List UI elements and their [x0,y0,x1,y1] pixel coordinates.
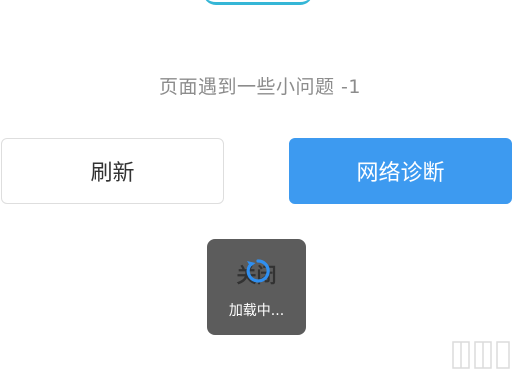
watermark-logo-icon [452,341,510,369]
loading-spinner-icon [246,259,270,283]
error-message: 页面遇到一些小问题 -1 [159,76,361,98]
loading-toast: 关闭 加载中... [207,239,306,335]
top-accent-arc [203,0,313,5]
network-diagnose-button[interactable]: 网络诊断 [289,138,512,204]
loading-text: 加载中... [228,303,285,319]
refresh-button[interactable]: 刷新 [1,138,224,204]
